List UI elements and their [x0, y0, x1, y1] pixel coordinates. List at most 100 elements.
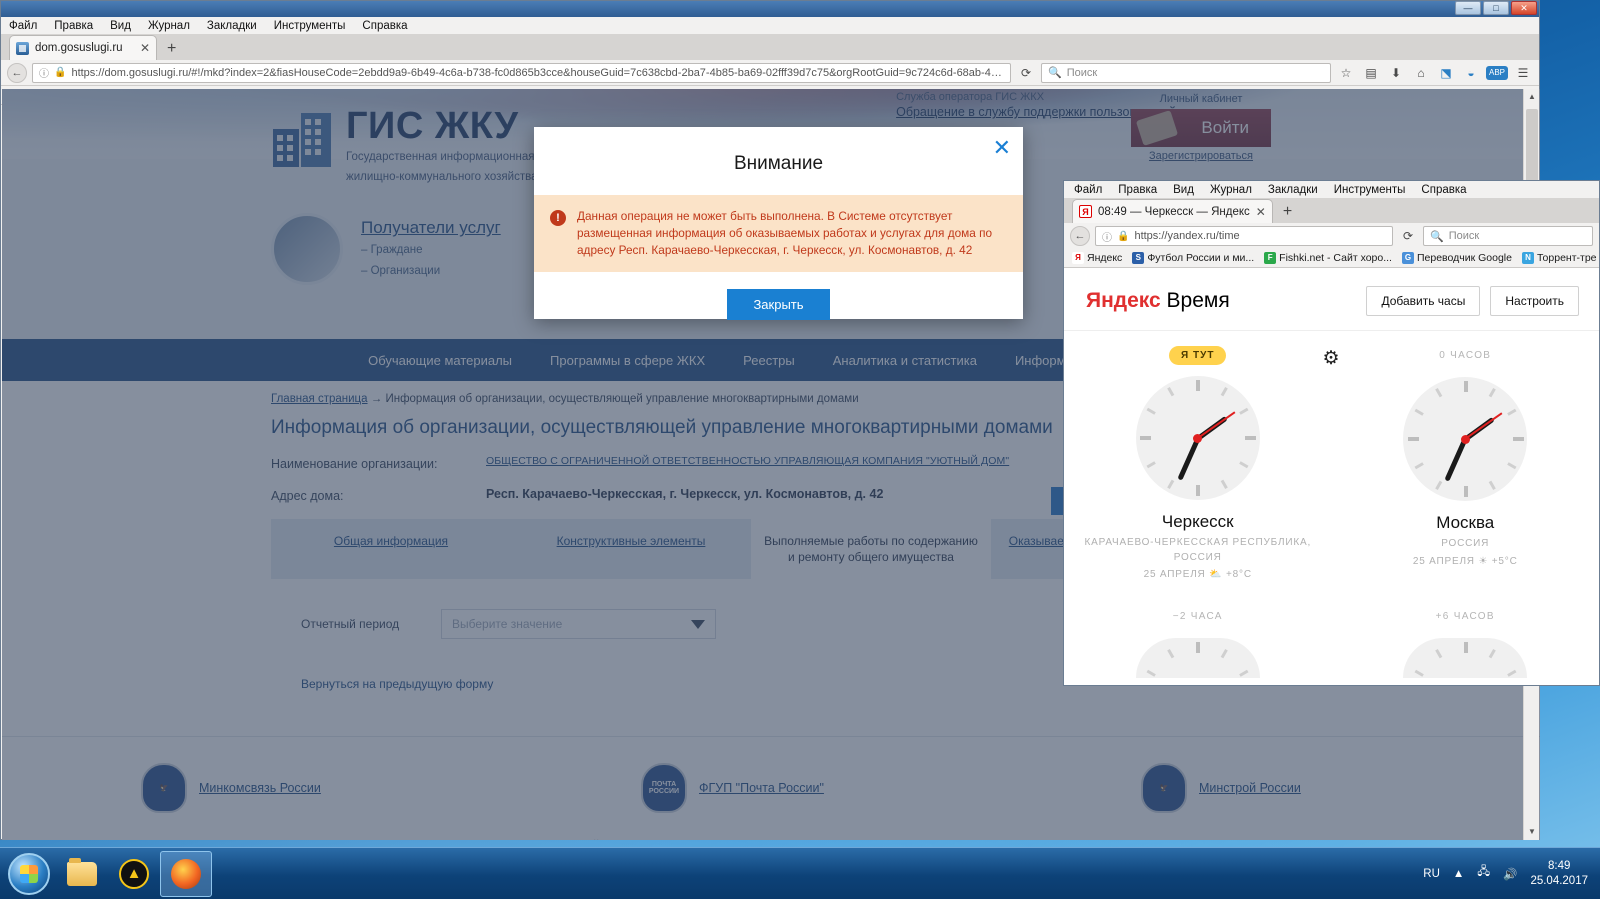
browser-tab[interactable]: Я 08:49 — Черкесск — Яндекс ✕	[1072, 199, 1273, 223]
back-arrow-icon[interactable]: ←	[1070, 226, 1090, 246]
version-text: Версия системы: 11.1.0@rev137897	[1218, 839, 1401, 840]
recipients-item-citizens: – Граждане	[361, 244, 423, 257]
tab-maintenance-works[interactable]: Выполняемые работы по содержанию и ремон…	[751, 519, 991, 580]
menu-item-bookmarks[interactable]: Закладки	[207, 20, 257, 32]
modal-close-button[interactable]: Закрыть	[727, 289, 830, 321]
clocks-row-1: ⚙ Я ТУТ Черкесск КАРАЧАЕВО-ЧЕРКЕССКАЯ РЕ…	[1064, 331, 1599, 580]
menu-item-tools[interactable]: Инструменты	[1334, 184, 1406, 196]
menu-hamburger-icon[interactable]: ☰	[1513, 63, 1533, 83]
browser-tab[interactable]: dom.gosuslugi.ru ✕	[9, 35, 157, 60]
modal-message: Данная операция не может быть выполнена.…	[577, 209, 993, 258]
yandex-logo[interactable]: Яндекс Время	[1086, 289, 1230, 313]
adblock-icon[interactable]: ABP	[1486, 65, 1508, 80]
login-button[interactable]: Войти	[1131, 109, 1271, 147]
nav-item-analytics[interactable]: Аналитика и статистика	[833, 353, 977, 368]
pocket-icon[interactable]: ◒	[1461, 63, 1481, 83]
lock-icon: 🔒	[54, 67, 67, 78]
clock-tick	[1414, 462, 1424, 470]
footer-link-minstroy[interactable]: 🦅 Минстрой России	[1141, 763, 1401, 814]
taskbar-item-aimp[interactable]: ▲	[108, 851, 160, 897]
clocks-row-2: −2 ЧАСА +6 ЧАСОВ	[1064, 606, 1599, 678]
reload-icon[interactable]: ⟳	[1398, 226, 1418, 246]
menu-item-bookmarks[interactable]: Закладки	[1268, 184, 1318, 196]
clock-tick	[1488, 388, 1496, 398]
footer-link-pochta[interactable]: ПОЧТА РОССИИ ФГУП "Почта России"	[641, 763, 1141, 814]
menu-item-view[interactable]: Вид	[1173, 184, 1194, 196]
settings-button[interactable]: Настроить	[1490, 286, 1579, 316]
taskbar-date: 25.04.2017	[1530, 874, 1588, 887]
clock-tick	[1167, 387, 1175, 397]
bookmark-item[interactable]: GПереводчик Google	[1399, 252, 1515, 264]
sync-icon[interactable]: ⬔	[1436, 63, 1456, 83]
register-link[interactable]: Зарегистрироваться	[1131, 150, 1271, 162]
clock-tick	[1167, 479, 1175, 489]
language-indicator[interactable]: RU	[1423, 868, 1440, 880]
nav-item-programs[interactable]: Программы в сфере ЖКХ	[550, 353, 705, 368]
menu-item-tools[interactable]: Инструменты	[274, 20, 346, 32]
reload-icon[interactable]: ⟳	[1016, 63, 1036, 83]
tab-structural-elements[interactable]: Конструктивные элементы	[511, 519, 751, 579]
search-input[interactable]: 🔍 Поиск	[1041, 62, 1331, 83]
clock-tick	[1239, 407, 1249, 415]
maximize-button[interactable]: □	[1483, 1, 1509, 15]
close-icon[interactable]: ✕	[993, 137, 1011, 159]
menu-item-view[interactable]: Вид	[110, 20, 131, 32]
bookmark-item[interactable]: SФутбол России и ми...	[1129, 252, 1257, 264]
footer-link-label[interactable]: Минстрой России	[1199, 781, 1301, 795]
menu-item-edit[interactable]: Правка	[1118, 184, 1157, 196]
download-icon[interactable]: ⬇	[1386, 63, 1406, 83]
reader-mode-icon[interactable]: ▤	[1361, 63, 1381, 83]
bookmark-item[interactable]: ЯЯндекс	[1069, 252, 1125, 264]
search-input[interactable]: 🔍 Поиск	[1423, 226, 1593, 246]
tab-general-info[interactable]: Общая информация	[271, 519, 511, 579]
start-button[interactable]	[2, 850, 56, 898]
minimize-button[interactable]: —	[1455, 1, 1481, 15]
url-input[interactable]: ⓘ 🔒 https://dom.gosuslugi.ru/#!/mkd?inde…	[32, 62, 1011, 83]
bookmark-label: Переводчик Google	[1416, 252, 1512, 264]
bookmark-label: Яндекс	[1087, 252, 1123, 264]
bookmark-item[interactable]: FFishki.net - Сайт хоро...	[1261, 252, 1395, 264]
bookmark-item[interactable]: N Торрент-тре	[1519, 252, 1599, 264]
nav-item-registries[interactable]: Реестры	[743, 353, 795, 368]
menu-item-help[interactable]: Справка	[1421, 184, 1466, 196]
tab-close-icon[interactable]: ✕	[1256, 205, 1266, 219]
menu-item-edit[interactable]: Правка	[54, 20, 93, 32]
window-titlebar[interactable]: — □ ✕	[1, 1, 1539, 17]
recipients-title[interactable]: Получатели услуг	[361, 218, 501, 238]
close-button[interactable]: ✕	[1511, 1, 1537, 15]
page-info-icon[interactable]: ⓘ	[39, 65, 49, 80]
url-input[interactable]: ⓘ 🔒 https://yandex.ru/time	[1095, 226, 1393, 246]
city-region: КАРАЧАЕВО-ЧЕРКЕССКАЯ РЕСПУБЛИКА, РОССИЯ	[1084, 537, 1312, 563]
nav-item-training[interactable]: Обучающие материалы	[368, 353, 512, 368]
scroll-down-arrow-icon[interactable]: ▼	[1524, 824, 1540, 840]
page-info-icon[interactable]: ⓘ	[1102, 229, 1112, 244]
footer-link-label[interactable]: Минкомсвязь России	[199, 781, 321, 795]
taskbar-item-firefox[interactable]	[160, 850, 212, 897]
add-clock-button[interactable]: Добавить часы	[1366, 286, 1481, 316]
home-icon[interactable]: ⌂	[1411, 63, 1431, 83]
footer-link-label[interactable]: ФГУП "Почта России"	[699, 781, 824, 795]
scroll-up-arrow-icon[interactable]: ▲	[1524, 89, 1540, 105]
tab-close-icon[interactable]: ✕	[140, 41, 150, 55]
network-icon[interactable]: 🖧	[1477, 864, 1490, 883]
taskbar-item-explorer[interactable]	[56, 851, 108, 897]
show-hidden-icons-arrow[interactable]: ▲	[1453, 868, 1464, 880]
org-name-value[interactable]: ОБЩЕСТВО С ОГРАНИЧЕННОЙ ОТВЕТСТВЕННОСТЬЮ…	[486, 455, 1009, 467]
menu-item-file[interactable]: Файл	[1074, 184, 1102, 196]
menu-item-help[interactable]: Справка	[362, 20, 407, 32]
new-tab-button[interactable]: +	[1273, 204, 1302, 220]
menu-item-file[interactable]: Файл	[9, 20, 37, 32]
menu-item-history[interactable]: Журнал	[1210, 184, 1252, 196]
footer-link-minkomsvyaz[interactable]: 🦅 Минкомсвязь России	[141, 763, 641, 814]
account-block: Личный кабинет Войти Зарегистрироваться	[1131, 93, 1271, 162]
new-tab-button[interactable]: +	[157, 41, 186, 57]
bookmark-star-icon[interactable]: ☆	[1336, 63, 1356, 83]
taskbar-clock[interactable]: 8:49 25.04.2017	[1530, 859, 1588, 889]
reporting-period-select[interactable]: Выберите значение	[441, 609, 716, 640]
url-text: https://dom.gosuslugi.ru/#!/mkd?index=2&…	[71, 66, 1004, 79]
breadcrumb-home-link[interactable]: Главная страница	[271, 393, 368, 405]
menu-item-history[interactable]: Журнал	[148, 20, 190, 32]
back-arrow-icon[interactable]: ←	[7, 62, 27, 83]
breadcrumb-current: Информация об организации, осуществляюще…	[385, 393, 859, 405]
volume-icon[interactable]: 🔊	[1503, 867, 1517, 881]
